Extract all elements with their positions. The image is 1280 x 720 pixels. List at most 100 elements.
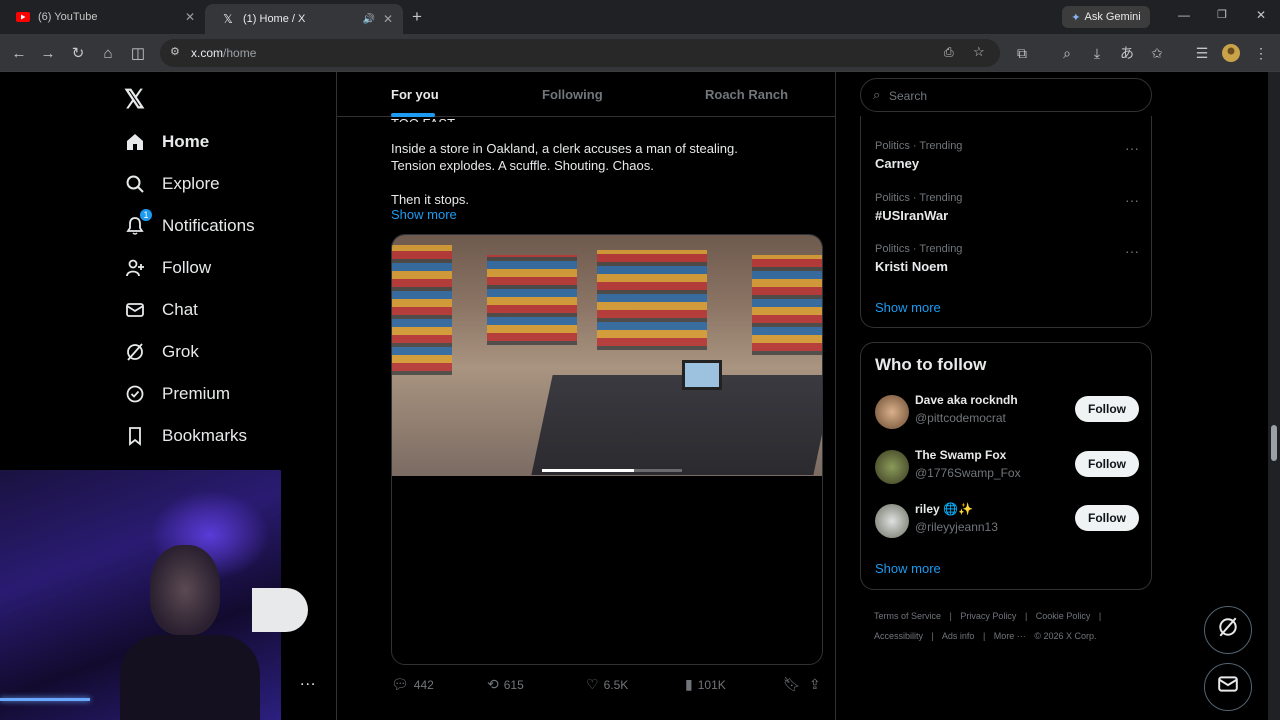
video-frame bbox=[392, 235, 822, 476]
footer-link[interactable]: Terms of Service bbox=[874, 611, 941, 621]
grok-fab[interactable] bbox=[1204, 606, 1252, 654]
follow-button[interactable]: Follow bbox=[1075, 396, 1139, 422]
tab-following[interactable]: Following bbox=[542, 87, 603, 102]
x-logo-icon[interactable]: 𝕏 bbox=[124, 84, 145, 115]
forward-icon[interactable]: → bbox=[39, 44, 57, 62]
footer-row: Terms of Service | Privacy Policy | Cook… bbox=[874, 606, 1144, 626]
more-icon[interactable]: ··· bbox=[1125, 192, 1139, 208]
new-tab-button[interactable]: + bbox=[412, 7, 422, 27]
install-app-icon[interactable]: ⎙ bbox=[944, 45, 954, 60]
webcam-overlay bbox=[0, 470, 281, 720]
messages-fab[interactable] bbox=[1204, 663, 1252, 711]
browser-menu-icon[interactable]: ⋮ bbox=[1252, 44, 1270, 62]
nav-label: Home bbox=[162, 132, 210, 151]
post-line: Inside a store in Oakland, a clerk accus… bbox=[391, 141, 738, 156]
split-view-icon[interactable]: ◫ bbox=[129, 44, 147, 62]
post-button-partial[interactable] bbox=[252, 588, 308, 632]
address-bar[interactable]: ⚙ x.com/home ⎙ ☆ bbox=[160, 39, 1000, 67]
reply-button[interactable]: 💬︎ 442 bbox=[391, 676, 434, 693]
trends-show-more-link[interactable]: Show more bbox=[875, 300, 941, 315]
search-icon: ⌕ bbox=[873, 87, 881, 102]
close-icon[interactable]: ✕ bbox=[383, 12, 393, 26]
avatar bbox=[875, 504, 909, 538]
trend-item[interactable]: Politics · Trending Kristi Noem ··· bbox=[875, 243, 1139, 274]
ask-gemini-label: Ask Gemini bbox=[1084, 11, 1141, 23]
more-icon[interactable]: ··· bbox=[1125, 140, 1139, 156]
nav-label: Chat bbox=[162, 300, 198, 319]
reload-icon[interactable]: ↻ bbox=[69, 44, 87, 62]
mail-icon bbox=[1217, 673, 1239, 701]
extensions-icon[interactable]: ⧉ bbox=[1013, 44, 1031, 62]
account-name: Dave aka rockndh bbox=[915, 393, 1018, 407]
nav-grok[interactable]: Grok bbox=[124, 337, 199, 367]
nav-premium[interactable]: Premium bbox=[124, 379, 230, 409]
close-icon[interactable]: ✕ bbox=[185, 10, 195, 24]
more-icon[interactable]: ··· bbox=[1125, 243, 1139, 259]
share-button[interactable]: ⇪ bbox=[809, 676, 826, 693]
account-more-icon[interactable]: ... bbox=[300, 672, 316, 690]
close-window-button[interactable]: ✕ bbox=[1256, 8, 1266, 22]
account-handle: @rileyyjeann13 bbox=[915, 520, 998, 534]
ask-gemini-button[interactable]: ✦ Ask Gemini bbox=[1062, 6, 1150, 28]
footer-link[interactable]: More ··· bbox=[994, 631, 1026, 641]
video-progress-bar[interactable] bbox=[542, 469, 682, 472]
nav-label: Grok bbox=[162, 342, 199, 361]
footer-link[interactable]: Cookie Policy bbox=[1036, 611, 1091, 621]
restore-button[interactable]: ❐ bbox=[1217, 8, 1227, 21]
repost-icon: ⟲ bbox=[487, 676, 499, 692]
show-more-link[interactable]: Show more bbox=[391, 207, 457, 222]
bookmark-button[interactable]: 🔖︎ bbox=[783, 676, 806, 693]
profile-avatar[interactable] bbox=[1222, 44, 1240, 62]
tab-x-home[interactable]: 𝕏 (1) Home / X 🔊 ✕ bbox=[205, 4, 403, 34]
follow-suggestion[interactable]: riley 🌐✨ @rileyyjeann13 Follow bbox=[875, 502, 1139, 542]
page-scrollbar[interactable] bbox=[1268, 72, 1280, 720]
home-button-icon[interactable]: ⌂ bbox=[99, 44, 117, 62]
nav-label: Notifications bbox=[162, 216, 255, 235]
nav-bookmarks[interactable]: Bookmarks bbox=[124, 421, 247, 451]
streamer-head bbox=[150, 545, 220, 635]
like-button[interactable]: ♡ 6.5K bbox=[586, 676, 628, 693]
video-player[interactable] bbox=[391, 234, 823, 665]
tab-roach-ranch[interactable]: Roach Ranch bbox=[705, 87, 788, 102]
nav-explore[interactable]: Explore bbox=[124, 169, 220, 199]
video-progress-fill bbox=[542, 469, 635, 472]
tab-youtube[interactable]: (6) YouTube ✕ bbox=[0, 4, 205, 30]
speaker-icon[interactable]: 🔊 bbox=[363, 14, 375, 25]
scrollbar-thumb[interactable] bbox=[1271, 425, 1277, 461]
url-text: x.com/home bbox=[191, 46, 257, 60]
follow-suggestion[interactable]: Dave aka rockndh @pittcodemocrat Follow bbox=[875, 393, 1139, 433]
grok-icon bbox=[124, 341, 146, 363]
avatar bbox=[875, 395, 909, 429]
views-button[interactable]: ▮ 101K bbox=[685, 676, 726, 693]
tab-title: (6) YouTube bbox=[38, 11, 98, 23]
nav-follow[interactable]: Follow bbox=[124, 253, 211, 283]
footer-link[interactable]: Accessibility bbox=[874, 631, 923, 641]
repost-button[interactable]: ⟲ 615 bbox=[487, 676, 524, 693]
grok-icon bbox=[1217, 616, 1239, 644]
back-icon[interactable]: ← bbox=[10, 44, 28, 62]
bookmark-star-icon[interactable]: ☆ bbox=[973, 44, 985, 60]
search-input[interactable]: ⌕ Search bbox=[860, 78, 1152, 112]
footer-link[interactable]: Ads info bbox=[942, 631, 975, 641]
trend-item[interactable]: Politics · Trending #USIranWar ··· bbox=[875, 192, 1139, 223]
account-handle: @pittcodemocrat bbox=[915, 411, 1006, 425]
footer-link[interactable]: Privacy Policy bbox=[960, 611, 1016, 621]
nav-notifications[interactable]: 1 Notifications bbox=[124, 209, 255, 241]
nav-home[interactable]: Home bbox=[124, 127, 209, 157]
minimize-button[interactable]: — bbox=[1178, 8, 1190, 22]
trend-item[interactable]: Politics · Trending Carney ··· bbox=[875, 140, 1139, 171]
download-icon[interactable]: ⤓ bbox=[1088, 44, 1106, 62]
screen-search-icon[interactable]: ⌕ bbox=[1058, 44, 1076, 62]
translate-icon[interactable]: あ bbox=[1118, 44, 1136, 62]
site-info-icon[interactable]: ⚙ bbox=[170, 45, 180, 58]
repost-count: 615 bbox=[503, 677, 524, 692]
reading-list-icon[interactable]: ☰ bbox=[1193, 44, 1211, 62]
follow-button[interactable]: Follow bbox=[1075, 505, 1139, 531]
tab-for-you[interactable]: For you bbox=[391, 87, 439, 102]
follow-suggestion[interactable]: The Swamp Fox @1776Swamp_Fox Follow bbox=[875, 448, 1139, 488]
nav-chat[interactable]: Chat bbox=[124, 295, 198, 325]
account-name: riley 🌐✨ bbox=[915, 502, 973, 516]
follow-button[interactable]: Follow bbox=[1075, 451, 1139, 477]
favorites-icon[interactable]: ✩ bbox=[1148, 44, 1166, 62]
wtf-show-more-link[interactable]: Show more bbox=[875, 561, 941, 576]
